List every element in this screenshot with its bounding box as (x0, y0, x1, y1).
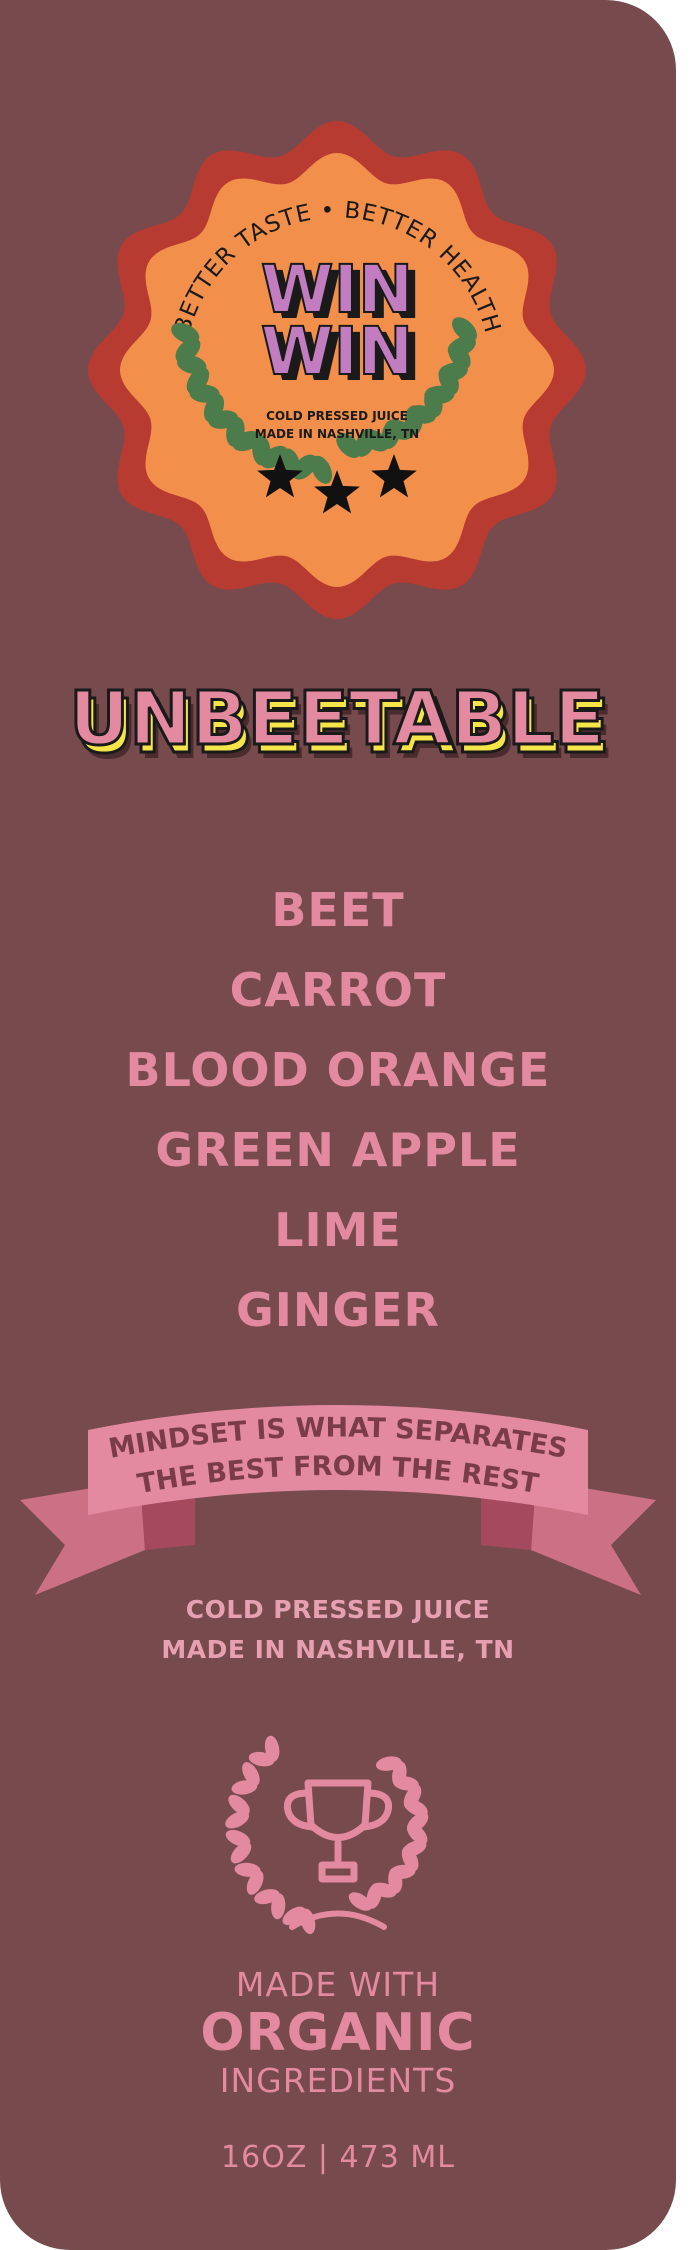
ingredient-item: GINGER (236, 1283, 440, 1337)
ingredient-item: BLOOD ORANGE (125, 1043, 551, 1097)
motto-banner: MINDSET IS WHAT SEPARATES THE BEST FROM … (20, 1405, 656, 1595)
made-in-line-2: MADE IN NASHVILLE, TN (161, 1635, 515, 1664)
brand-logo: WIN WIN WIN WIN (260, 250, 422, 396)
trophy-laurel-icon (225, 1735, 429, 1935)
organic-line-3: INGREDIENTS (219, 2061, 457, 2100)
brand-seal: BETTER TASTE • BETTER HEALTH WIN WIN WIN… (88, 121, 586, 619)
organic-line-1: MADE WITH (235, 1965, 441, 2004)
organic-claim: MADE WITH ORGANIC INGREDIENTS (0, 1965, 676, 2101)
brand-line-2: WIN (261, 313, 414, 390)
trophy-icon (283, 1779, 393, 1883)
made-in-line-1: COLD PRESSED JUICE (185, 1595, 491, 1624)
ingredient-list: BEET CARROT BLOOD ORANGE GREEN APPLE LIM… (0, 870, 676, 1350)
ingredient-item: BEET (271, 883, 405, 937)
title-text: UNBEETABLE (69, 676, 605, 762)
laurel-left-icon (225, 1735, 316, 1935)
organic-line-2: ORGANIC (200, 2003, 476, 2063)
volume-text: 16OZ | 473 ML (221, 2140, 455, 2175)
seal-sub-line-1: COLD PRESSED JUICE (266, 409, 408, 423)
ingredient-item: CARROT (229, 963, 447, 1017)
made-in-text: COLD PRESSED JUICE MADE IN NASHVILLE, TN (0, 1590, 676, 1670)
ingredient-item: GREEN APPLE (155, 1123, 521, 1177)
ingredient-item: LIME (274, 1203, 402, 1257)
juice-label: BETTER TASTE • BETTER HEALTH WIN WIN WIN… (0, 0, 676, 2250)
seal-sub-line-2: MADE IN NASHVILLE, TN (255, 427, 419, 441)
product-title: UNBEETABLE UNBEETABLE UNBEETABLE (68, 675, 614, 777)
